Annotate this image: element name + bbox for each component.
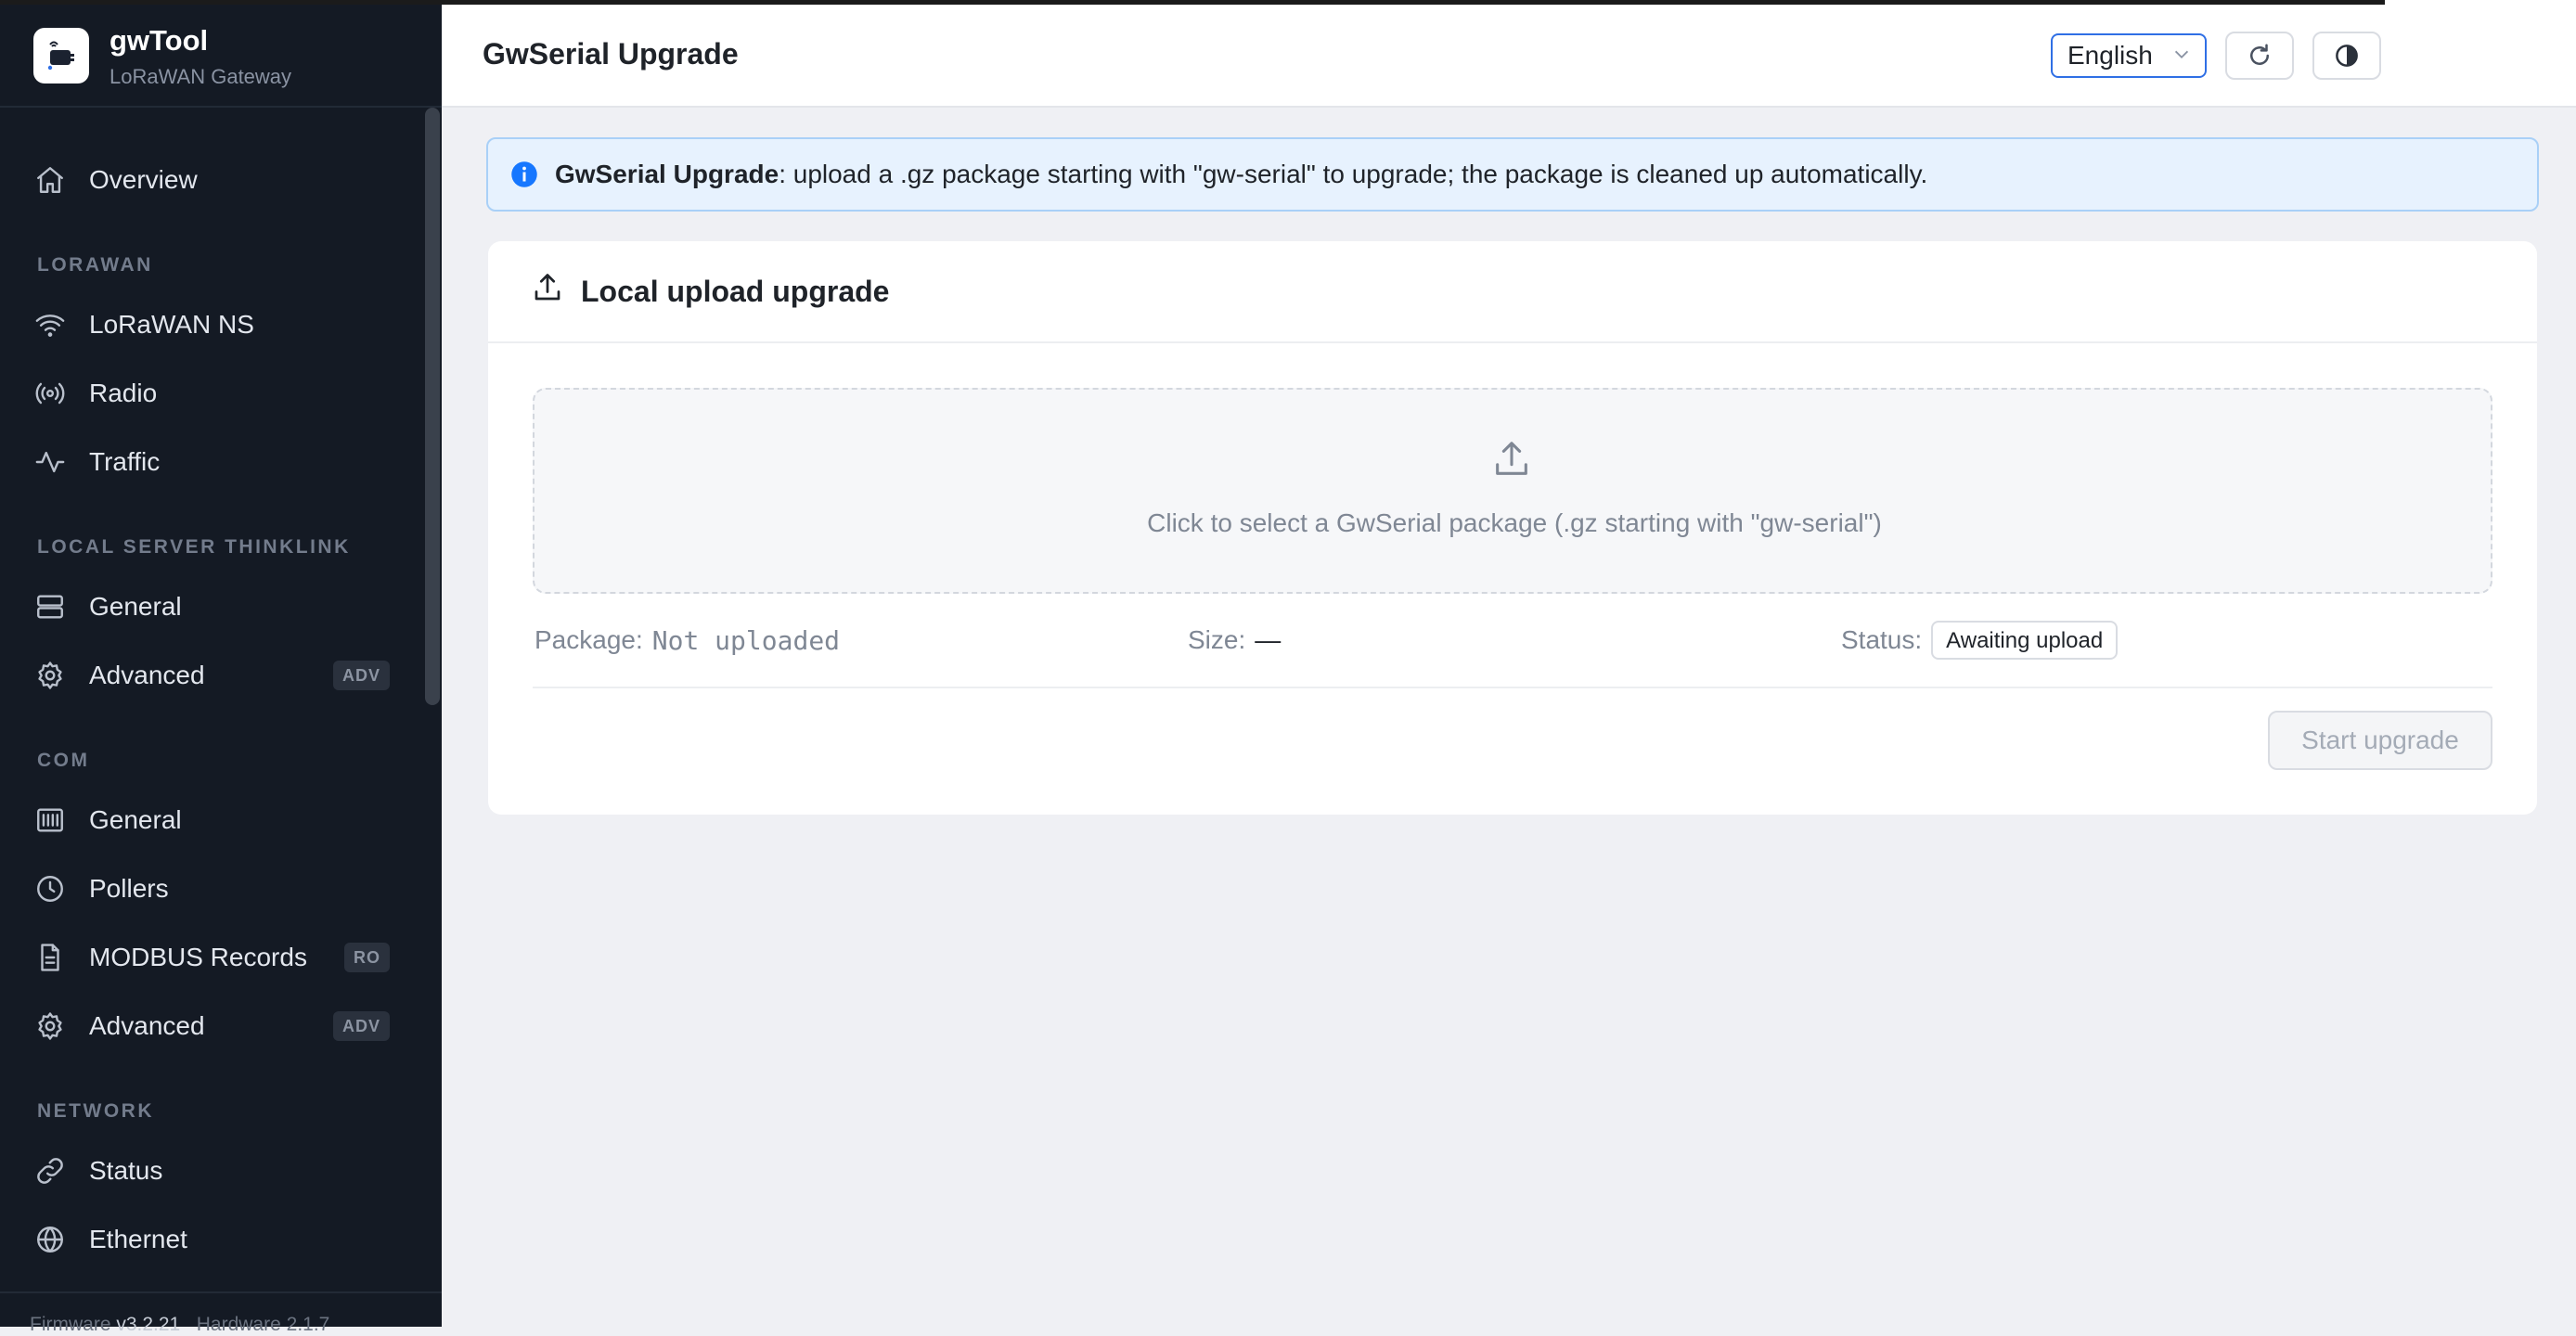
- refresh-icon: [2250, 44, 2269, 65]
- window-top-edge: [0, 0, 2385, 5]
- server-icon: [33, 590, 67, 623]
- size-info: Size: —: [1188, 620, 1281, 661]
- package-value: Not uploaded: [651, 624, 841, 656]
- adv-badge: ADV: [332, 1011, 390, 1041]
- theme-toggle-button[interactable]: [2312, 32, 2381, 80]
- sidebar-item-network-status[interactable]: Status: [33, 1143, 390, 1199]
- sidebar-item-label: Ethernet: [89, 1225, 187, 1253]
- gateway-logo-icon: [33, 28, 89, 84]
- sidebar-item-local-general[interactable]: General: [33, 579, 390, 635]
- sidebar-item-label: MODBUS Records: [89, 943, 307, 971]
- sidebar-item-lorawan-ns[interactable]: LoRaWAN NS: [33, 297, 390, 353]
- sidebar-footer-divider: [0, 1291, 442, 1293]
- start-upgrade-button[interactable]: Start upgrade: [2268, 711, 2492, 770]
- ro-badge: RO: [344, 943, 390, 972]
- sidebar-item-overview[interactable]: Overview: [33, 152, 390, 208]
- sidebar-item-modbus-records[interactable]: MODBUS Records RO: [33, 930, 390, 985]
- adv-badge: ADV: [332, 661, 390, 690]
- upload-dropzone[interactable]: Click to select a GwSerial package (.gz …: [533, 388, 2492, 594]
- card-title: Local upload upgrade: [581, 275, 890, 308]
- section-label-network: NETWORK: [37, 1100, 154, 1122]
- sidebar-item-local-advanced[interactable]: Advanced ADV: [33, 648, 390, 703]
- upload-icon: [535, 274, 560, 301]
- upload-icon: [1496, 442, 1527, 475]
- clock-icon: [33, 872, 67, 906]
- sidebar-scrollbar[interactable]: [425, 108, 440, 705]
- language-value: English: [2067, 41, 2153, 70]
- info-alert: GwSerial Upgrade: upload a .gz package s…: [486, 137, 2539, 212]
- refresh-button[interactable]: [2225, 32, 2294, 80]
- radio-broadcast-icon: [33, 377, 67, 410]
- sidebar-item-com-advanced[interactable]: Advanced ADV: [33, 998, 390, 1054]
- gear-icon: [33, 659, 67, 692]
- firmware-label: Firmware: [30, 1314, 111, 1335]
- hardware-version: 2.1.7: [286, 1314, 330, 1335]
- card-header: Local upload upgrade: [488, 241, 2537, 343]
- firmware-version: v3.2.21: [116, 1314, 181, 1335]
- version-info: Firmware v3.2.21 Hardware 2.1.7: [30, 1314, 329, 1336]
- sidebar-item-radio[interactable]: Radio: [33, 366, 390, 421]
- top-header: GwSerial Upgrade English: [442, 0, 2576, 108]
- sidebar-item-label: General: [89, 805, 182, 834]
- app-subtitle: LoRaWAN Gateway: [109, 65, 292, 88]
- page-title: GwSerial Upgrade: [483, 37, 739, 71]
- contrast-icon: [2336, 45, 2358, 67]
- chevron-down-icon: [2174, 50, 2189, 59]
- sidebar-item-ethernet[interactable]: Ethernet: [33, 1212, 390, 1267]
- sidebar-item-label: Traffic: [89, 447, 161, 476]
- status-label: Status:: [1841, 625, 1923, 654]
- hardware-label: Hardware: [196, 1314, 281, 1335]
- sidebar: gwTool LoRaWAN Gateway Overview LORAWAN …: [0, 0, 442, 1335]
- sidebar-item-label: Status: [89, 1156, 163, 1185]
- alert-message: GwSerial Upgrade: upload a .gz package s…: [555, 160, 1927, 189]
- sidebar-item-com-general[interactable]: General: [33, 792, 390, 848]
- size-label: Size:: [1188, 625, 1246, 654]
- alert-title: GwSerial Upgrade: [555, 160, 779, 188]
- globe-icon: [33, 1223, 67, 1256]
- card-divider: [533, 687, 2492, 688]
- dropzone-text: Click to select a GwSerial package (.gz …: [1147, 508, 1882, 537]
- sidebar-item-label: Advanced: [89, 661, 205, 689]
- link-icon: [33, 1154, 67, 1188]
- sidebar-item-label: General: [89, 592, 182, 621]
- section-label-local-server: LOCAL SERVER THINKLINK: [37, 536, 351, 558]
- brand-header: gwTool LoRaWAN Gateway: [0, 0, 442, 108]
- document-icon: [33, 941, 67, 974]
- upload-card: Local upload upgrade Click to select a G…: [488, 241, 2537, 815]
- sidebar-item-traffic[interactable]: Traffic: [33, 434, 390, 490]
- size-value: —: [1255, 625, 1282, 654]
- info-icon: [511, 161, 537, 187]
- package-label: Package:: [535, 625, 643, 654]
- serial-port-icon: [33, 803, 67, 837]
- status-badge: Awaiting upload: [1931, 621, 2119, 660]
- activity-icon: [33, 445, 67, 479]
- language-select[interactable]: English: [2051, 33, 2207, 78]
- sidebar-item-label: LoRaWAN NS: [89, 310, 254, 339]
- gear-icon: [33, 1009, 67, 1043]
- sidebar-item-label: Overview: [89, 165, 198, 194]
- section-label-lorawan: LORAWAN: [37, 254, 153, 276]
- status-info: Status: Awaiting upload: [1841, 620, 2119, 661]
- alert-text: : upload a .gz package starting with "gw…: [779, 160, 1928, 188]
- app-title: gwTool: [109, 24, 209, 57]
- sidebar-item-label: Radio: [89, 379, 158, 407]
- section-label-com: COM: [37, 750, 90, 771]
- sidebar-item-label: Advanced: [89, 1011, 205, 1040]
- sidebar-item-pollers[interactable]: Pollers: [33, 861, 390, 917]
- wifi-icon: [33, 308, 67, 341]
- package-info: Package: Not uploaded: [535, 620, 840, 661]
- home-icon: [33, 163, 67, 197]
- sidebar-item-label: Pollers: [89, 874, 169, 903]
